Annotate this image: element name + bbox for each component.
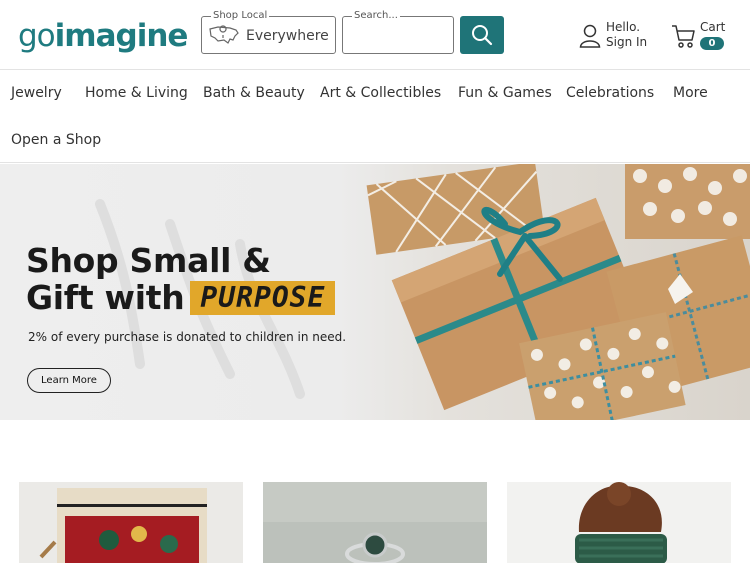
product-card-bag[interactable] bbox=[19, 482, 243, 563]
search-input[interactable]: Search... bbox=[342, 9, 454, 54]
usa-map-icon bbox=[209, 25, 239, 44]
product-image-bag bbox=[19, 482, 243, 563]
learn-more-button[interactable]: Learn More bbox=[27, 368, 111, 393]
hero-title-line1: Shop Small & bbox=[26, 241, 271, 280]
hero-title-highlight: PURPOSE bbox=[190, 281, 336, 315]
hero-subtitle: 2% of every purchase is donated to child… bbox=[28, 330, 347, 344]
product-card-ring[interactable] bbox=[263, 482, 487, 563]
signin-label: Sign In bbox=[606, 35, 648, 49]
nav-item-bath-beauty[interactable]: Bath & Beauty bbox=[203, 84, 305, 102]
user-icon bbox=[579, 24, 601, 48]
shop-local-selector[interactable]: Shop Local Everywhere bbox=[201, 9, 336, 54]
cart-link[interactable]: Cart 0 bbox=[671, 20, 731, 54]
nav-item-fun-games[interactable]: Fun & Games bbox=[458, 84, 552, 102]
signin-hello: Hello. bbox=[606, 20, 641, 34]
nav-item-art-collectibles[interactable]: Art & Collectibles bbox=[320, 84, 441, 102]
nav-item-jewelry[interactable]: Jewelry bbox=[11, 84, 62, 102]
search-legend: Search... bbox=[352, 9, 400, 23]
nav-item-open-a-shop[interactable]: Open a Shop bbox=[11, 131, 101, 149]
nav-item-more[interactable]: More bbox=[673, 84, 708, 102]
site-header: goimagine Shop Local Everywhere Search..… bbox=[0, 0, 750, 70]
hero-title-line2: Gift with bbox=[26, 278, 185, 317]
product-image-ring bbox=[263, 482, 487, 563]
category-nav: Jewelry Home & Living Bath & Beauty Art … bbox=[0, 70, 750, 163]
cart-count-badge: 0 bbox=[700, 37, 724, 50]
hero-banner: Shop Small & Gift with PURPOSE 2% of ever… bbox=[0, 164, 750, 420]
cart-label: Cart bbox=[700, 20, 726, 34]
goimagine-logo[interactable]: goimagine bbox=[18, 16, 189, 56]
shop-local-legend: Shop Local bbox=[211, 9, 270, 23]
nav-item-celebrations[interactable]: Celebrations bbox=[566, 84, 654, 102]
product-image-headband bbox=[507, 482, 731, 563]
shop-local-value: Everywhere bbox=[246, 28, 329, 44]
cart-icon bbox=[672, 25, 695, 48]
nav-item-home-living[interactable]: Home & Living bbox=[85, 84, 188, 102]
product-card-headband[interactable] bbox=[507, 482, 731, 563]
search-button[interactable] bbox=[460, 16, 504, 54]
hero-title: Shop Small & Gift with PURPOSE bbox=[26, 241, 336, 317]
logo-go: go bbox=[18, 18, 56, 54]
search-icon bbox=[472, 25, 493, 46]
logo-imagine: imagine bbox=[54, 18, 189, 54]
